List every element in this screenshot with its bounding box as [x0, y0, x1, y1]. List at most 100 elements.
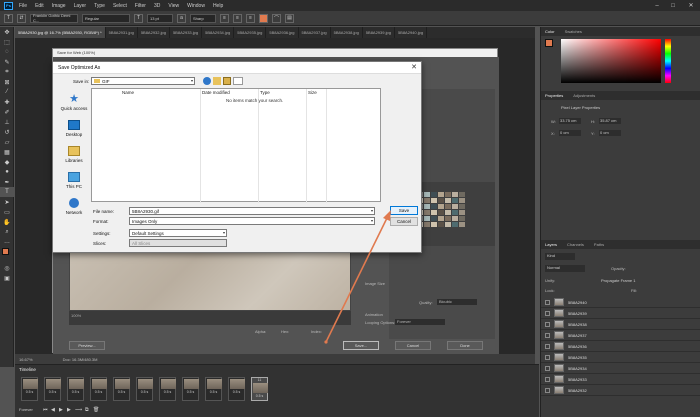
layer-row[interactable]: 5B8A2932 [541, 385, 700, 396]
menu-window[interactable]: Window [187, 3, 205, 9]
visibility-icon[interactable] [545, 310, 550, 316]
more-tools-icon[interactable]: … [0, 237, 14, 247]
color-table-swatch[interactable] [424, 210, 430, 215]
place-this-pc[interactable]: This PC [57, 167, 91, 193]
first-frame-icon[interactable]: ⏮ [43, 407, 48, 413]
font-style-select[interactable]: Regular [82, 13, 130, 23]
gradient-tool-icon[interactable]: ▦ [0, 147, 14, 157]
menu-edit[interactable]: Edit [35, 3, 44, 9]
align-right-icon[interactable]: ≡ [246, 13, 255, 23]
color-table-swatch[interactable] [431, 192, 437, 197]
color-table-swatch[interactable] [459, 198, 465, 203]
history-brush-tool-icon[interactable]: ↺ [0, 127, 14, 137]
menu-file[interactable]: File [19, 3, 27, 9]
text-orientation-icon[interactable]: ⇵ [17, 13, 26, 23]
column-date-modified[interactable]: Date modified [202, 90, 230, 95]
dialog-save-button[interactable]: Save [390, 206, 418, 215]
prev-frame-icon[interactable]: ◀ [51, 407, 55, 413]
color-table-swatch[interactable] [431, 216, 437, 221]
cancel-button[interactable]: Cancel [395, 341, 431, 350]
timeline-frame[interactable]: 0.5 s [136, 377, 153, 401]
quick-select-tool-icon[interactable]: ✎ [0, 57, 14, 67]
color-table-swatch[interactable] [438, 204, 444, 209]
frame-delay[interactable]: 0.5 s [137, 390, 152, 394]
next-frame-icon[interactable]: ▶ [67, 407, 71, 413]
menu-select[interactable]: Select [113, 3, 127, 9]
frame-tool-icon[interactable]: ⊠ [0, 77, 14, 87]
visibility-icon[interactable] [545, 376, 550, 382]
place-desktop[interactable]: Desktop [57, 115, 91, 141]
timeline-frame[interactable]: 0.5 s [44, 377, 61, 401]
frame-delay[interactable]: 0.5 s [206, 390, 221, 394]
color-table-swatch[interactable] [459, 222, 465, 227]
color-table-swatch[interactable] [445, 210, 451, 215]
antialias-select[interactable]: Sharp [190, 13, 216, 23]
timeline-frame[interactable]: 0.5 s [205, 377, 222, 401]
place-network[interactable]: Network [57, 193, 91, 219]
delete-frame-icon[interactable]: 🗑 [93, 407, 99, 413]
character-panel-icon[interactable]: ▤ [285, 13, 294, 23]
frame-delay[interactable]: 0.5 s [229, 390, 244, 394]
dodge-tool-icon[interactable]: ● [0, 167, 14, 177]
color-table-swatch[interactable] [424, 222, 430, 227]
frame-delay[interactable]: 0.5 s [183, 390, 198, 394]
align-center-icon[interactable]: ≡ [233, 13, 242, 23]
foreground-color-swatch[interactable] [545, 39, 553, 47]
color-table-swatch[interactable] [452, 222, 458, 227]
color-table-swatch[interactable] [424, 192, 430, 197]
layer-row[interactable]: 5B8A2938 [541, 319, 700, 330]
zoom-readout[interactable]: 16.67% [19, 357, 33, 362]
color-table-swatch[interactable] [424, 216, 430, 221]
doc-tab[interactable]: 5B8A2933.jpg [170, 27, 203, 38]
blur-tool-icon[interactable]: ◆ [0, 157, 14, 167]
layer-row[interactable]: 5B8A2937 [541, 330, 700, 341]
color-table-swatch[interactable] [452, 210, 458, 215]
warp-text-icon[interactable]: ⌒ [272, 13, 281, 23]
color-table-swatch[interactable] [424, 198, 430, 203]
doc-tab[interactable]: 5B8A2934.jpg [202, 27, 235, 38]
done-button[interactable]: Done [447, 341, 483, 350]
layer-row[interactable]: 5B8A2935 [541, 352, 700, 363]
slices-select[interactable]: All Slices [129, 239, 227, 247]
new-folder-icon[interactable] [223, 77, 231, 85]
quick-mask-icon[interactable]: ◎ [0, 263, 14, 273]
menu-layer[interactable]: Layer [74, 3, 87, 9]
brush-tool-icon[interactable]: ✐ [0, 107, 14, 117]
back-icon[interactable] [203, 77, 211, 85]
up-folder-icon[interactable] [213, 77, 221, 85]
menu-image[interactable]: Image [52, 3, 66, 9]
font-family-select[interactable]: Franklin Gothic Demi C... [30, 13, 78, 23]
frame-delay[interactable]: 0.5 s [114, 390, 129, 394]
place-libraries[interactable]: Libraries [57, 141, 91, 167]
color-table-swatch[interactable] [445, 216, 451, 221]
h-input[interactable]: 35.87 cm [599, 118, 621, 124]
settings-select[interactable]: Default Settings ▾ [129, 229, 227, 237]
play-icon[interactable]: ▶ [59, 407, 63, 413]
timeline-frame[interactable]: 0.5 s [113, 377, 130, 401]
type-tool-icon[interactable]: T [0, 187, 14, 197]
column-name[interactable]: Name [122, 90, 134, 95]
color-table-swatch[interactable] [431, 210, 437, 215]
frame-delay[interactable]: 0.5 s [160, 390, 175, 394]
type-tool-icon[interactable]: T [4, 13, 13, 23]
timeline-frame[interactable]: 11 0.5 s [251, 377, 268, 401]
menu-filter[interactable]: Filter [135, 3, 146, 9]
close-icon[interactable]: ✕ [411, 63, 417, 71]
pen-tool-icon[interactable]: ✒ [0, 177, 14, 187]
doc-tab[interactable]: 5B8A2931.jpg [106, 27, 138, 38]
crop-tool-icon[interactable]: ⌗ [0, 67, 14, 77]
screen-mode-icon[interactable]: ▣ [0, 273, 14, 283]
timeline-frame[interactable]: 0.5 s [182, 377, 199, 401]
timeline-frame[interactable]: 0.5 s [67, 377, 84, 401]
save-in-select[interactable]: GIF ▾ [91, 77, 195, 85]
layer-kind-filter[interactable]: Kind [545, 253, 575, 260]
color-table-swatch[interactable] [459, 216, 465, 221]
color-table-swatch[interactable] [459, 192, 465, 197]
visibility-icon[interactable] [545, 354, 550, 360]
color-table-swatch[interactable] [424, 204, 430, 209]
tab-paths[interactable]: Paths [594, 242, 604, 247]
menu-help[interactable]: Help [213, 3, 223, 9]
visibility-icon[interactable] [545, 365, 550, 371]
format-select[interactable]: Images Only ▾ [129, 217, 375, 225]
tab-layers[interactable]: Layers [545, 242, 557, 247]
